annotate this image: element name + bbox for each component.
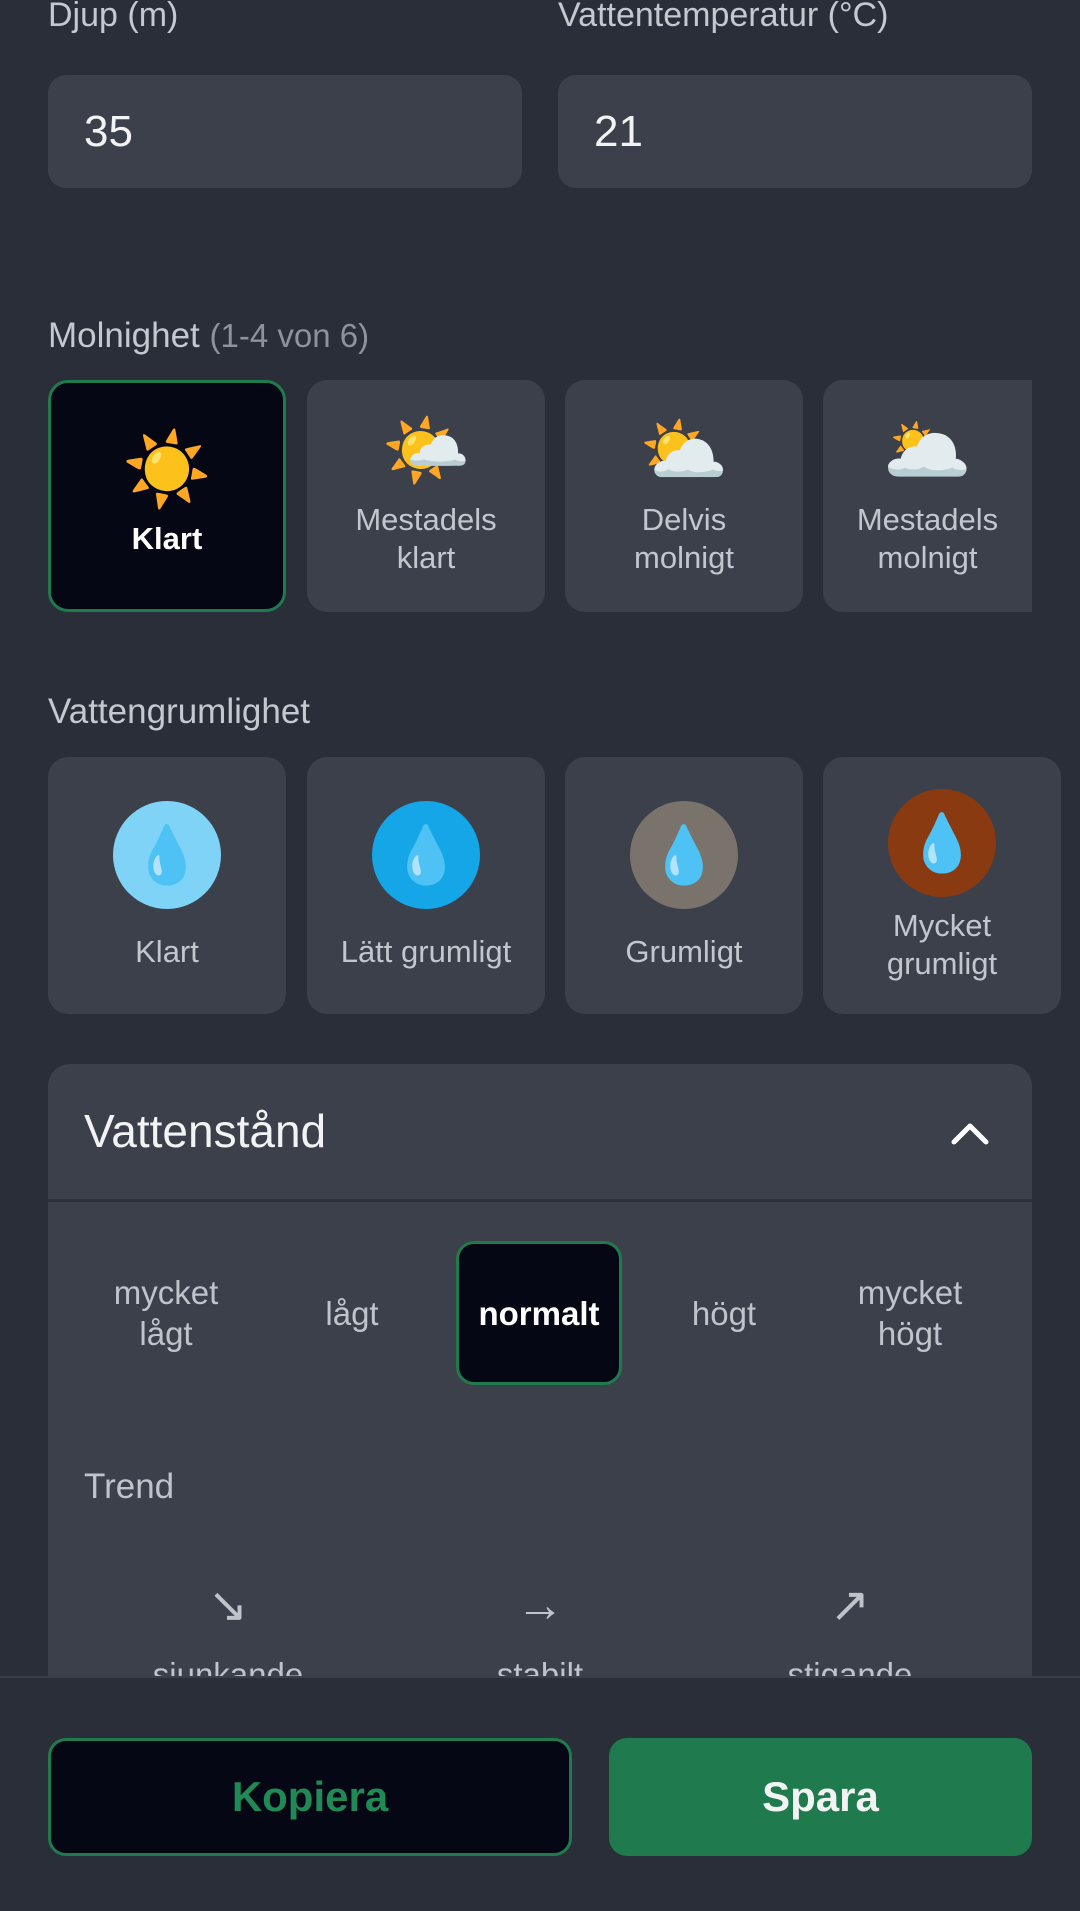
cloudiness-option-mostly-cloudy[interactable]: 🌥️ Mestadels molnigt	[823, 380, 1032, 612]
water-level-very-high[interactable]: mycket högt	[828, 1241, 992, 1385]
droplet-icon: 💧	[888, 788, 996, 897]
sun-behind-small-cloud-icon: 🌤️	[381, 411, 471, 491]
turbidity-option-slightly-turbid[interactable]: 💧 Lätt grumligt	[307, 757, 545, 1014]
sun-behind-cloud-icon: ⛅	[639, 411, 729, 491]
chevron-up-icon[interactable]	[948, 1110, 992, 1154]
turbidity-option-label: Klart	[135, 933, 199, 969]
cloudiness-option-label: Mestadels molnigt	[856, 502, 999, 575]
water-level-header[interactable]: Vattenstånd	[48, 1064, 1032, 1202]
cloudiness-option-label: Delvis molnigt	[634, 502, 734, 575]
water-level-title: Vattenstånd	[84, 1105, 327, 1157]
cloudiness-option-label: Klart	[131, 521, 203, 556]
sun-behind-large-cloud-icon: 🌥️	[882, 411, 973, 491]
cloudiness-label: Molnighet (1-4 von 6)	[48, 316, 370, 355]
cloudiness-option-mostly-clear[interactable]: 🌤️ Mestadels klart	[307, 380, 545, 612]
arrow-right-icon: →	[516, 1579, 564, 1632]
sun-icon: ☀️	[122, 430, 212, 510]
copy-button[interactable]: Kopiera	[48, 1738, 572, 1856]
water-temp-input[interactable]: 21	[558, 75, 1032, 188]
bottom-action-bar: Kopiera Spara	[0, 1676, 1080, 1911]
turbidity-option-label: Lätt grumligt	[340, 933, 512, 969]
save-button[interactable]: Spara	[609, 1738, 1032, 1856]
depth-input[interactable]: 35	[48, 75, 522, 188]
turbidity-option-label: Mycket grumligt	[886, 907, 998, 981]
turbidity-option-very-turbid[interactable]: 💧 Mycket grumligt	[823, 757, 1061, 1014]
droplet-icon: 💧	[113, 800, 221, 909]
turbidity-option-clear[interactable]: 💧 Klart	[48, 757, 286, 1014]
water-level-low[interactable]: lågt	[270, 1241, 434, 1385]
droplet-icon: 💧	[372, 800, 480, 909]
water-level-very-low[interactable]: mycket lågt	[84, 1241, 248, 1385]
water-level-high[interactable]: högt	[642, 1241, 806, 1385]
droplet-icon: 💧	[630, 800, 738, 909]
turbidity-option-turbid[interactable]: 💧 Grumligt	[565, 757, 803, 1014]
turbidity-option-label: Grumligt	[625, 933, 743, 969]
cloudiness-option-partly-cloudy[interactable]: ⛅ Delvis molnigt	[565, 380, 803, 612]
cloudiness-option-label: Mestadels klart	[355, 502, 497, 575]
trend-label: Trend	[84, 1467, 175, 1506]
water-temp-label: Vattentemperatur (°C)	[558, 0, 889, 34]
depth-label: Djup (m)	[48, 0, 179, 34]
cloudiness-range-hint: (1-4 von 6)	[209, 317, 370, 354]
turbidity-label: Vattengrumlighet	[48, 692, 311, 731]
arrow-up-right-icon: ↗	[829, 1579, 871, 1632]
arrow-down-right-icon: ↘	[207, 1579, 249, 1632]
water-level-normal[interactable]: normalt	[456, 1241, 622, 1385]
cloudiness-option-clear[interactable]: ☀️ Klart	[48, 380, 286, 612]
